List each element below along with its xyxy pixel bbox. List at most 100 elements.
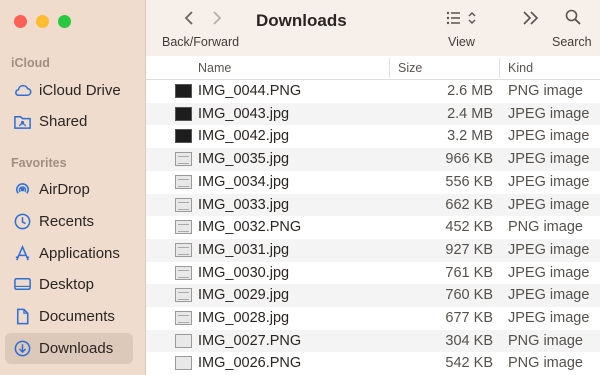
- image-thumbnail-icon: [175, 333, 192, 348]
- table-row[interactable]: IMG_0030.jpg 761 KB JPEG image: [146, 262, 600, 285]
- file-kind: JPEG image: [508, 196, 590, 213]
- sidebar-item-desktop[interactable]: Desktop: [5, 269, 133, 300]
- search-caption: Search: [552, 35, 592, 49]
- sidebar-item-applications[interactable]: Applications: [5, 238, 133, 269]
- shared-folder-icon: [11, 111, 33, 133]
- clock-icon: [11, 211, 33, 233]
- back-button[interactable]: [178, 7, 200, 29]
- zoom-window-button[interactable]: [58, 15, 71, 28]
- column-header-kind[interactable]: Kind: [508, 61, 533, 75]
- column-divider[interactable]: [389, 58, 390, 78]
- table-row[interactable]: IMG_0035.jpg 966 KB JPEG image: [146, 148, 600, 171]
- column-header-name[interactable]: Name: [198, 61, 231, 75]
- table-row[interactable]: IMG_0029.jpg 760 KB JPEG image: [146, 284, 600, 307]
- column-header-size[interactable]: Size: [398, 61, 422, 75]
- column-divider[interactable]: [499, 58, 500, 78]
- sidebar-item-label: AirDrop: [39, 181, 90, 198]
- file-size: 760 KB: [445, 287, 493, 304]
- desktop-icon: [11, 274, 33, 296]
- file-size: 966 KB: [445, 151, 493, 168]
- image-thumbnail-icon: [175, 197, 192, 212]
- image-thumbnail-icon: [175, 129, 192, 144]
- table-row[interactable]: IMG_0033.jpg 662 KB JPEG image: [146, 193, 600, 217]
- search-button[interactable]: [562, 6, 584, 28]
- file-name: IMG_0044.PNG: [198, 83, 302, 99]
- close-window-button[interactable]: [14, 15, 27, 28]
- file-name: IMG_0034.jpg: [198, 173, 290, 190]
- sidebar-item-documents[interactable]: Documents: [5, 301, 133, 332]
- file-size: 304 KB: [445, 332, 493, 349]
- file-size: 677 KB: [445, 310, 493, 326]
- airdrop-icon: [11, 179, 33, 201]
- sidebar-item-label: Applications: [39, 245, 120, 262]
- download-icon: [11, 338, 33, 360]
- table-row[interactable]: IMG_0027.PNG 304 KB PNG image: [146, 329, 600, 353]
- sidebar-item-label: Recents: [39, 213, 95, 230]
- toolbar: Back/Forward Downloads View Search: [146, 0, 600, 56]
- sidebar-item-label: iCloud Drive: [39, 82, 121, 99]
- image-thumbnail-icon: [175, 84, 192, 98]
- file-name: IMG_0026.PNG: [198, 355, 302, 372]
- table-row[interactable]: IMG_0034.jpg 556 KB JPEG image: [146, 171, 600, 194]
- window-controls: [14, 15, 71, 28]
- applications-icon: [11, 243, 33, 265]
- sidebar-item-recents[interactable]: Recents: [5, 206, 133, 237]
- table-row[interactable]: IMG_0044.PNG 2.6 MB PNG image: [146, 80, 600, 103]
- file-name: IMG_0043.jpg: [198, 105, 290, 122]
- file-size: 662 KB: [445, 196, 493, 213]
- window-title: Downloads: [256, 11, 347, 30]
- forward-button[interactable]: [206, 7, 228, 29]
- file-kind: JPEG image: [508, 310, 590, 326]
- file-size: 3.2 MB: [447, 128, 493, 145]
- file-kind: PNG image: [508, 355, 583, 372]
- back-forward-caption: Back/Forward: [162, 35, 240, 49]
- file-kind: JPEG image: [508, 264, 590, 281]
- table-row[interactable]: IMG_0043.jpg 2.4 MB JPEG image: [146, 102, 600, 126]
- file-name: IMG_0027.PNG: [198, 332, 302, 349]
- sidebar-item-downloads[interactable]: Downloads: [5, 333, 133, 364]
- minimize-window-button[interactable]: [36, 15, 49, 28]
- table-row[interactable]: IMG_0026.PNG 542 KB PNG image: [146, 352, 600, 375]
- file-name: IMG_0029.jpg: [198, 287, 290, 304]
- file-size: 2.4 MB: [447, 105, 493, 122]
- image-thumbnail-icon: [175, 356, 192, 371]
- sidebar-item-label: Downloads: [39, 340, 114, 357]
- double-chevron-right-icon: [523, 11, 539, 25]
- chevron-left-icon: [184, 11, 193, 25]
- sidebar-item-label: Desktop: [39, 276, 95, 293]
- image-thumbnail-icon: [175, 265, 192, 280]
- image-thumbnail-icon: [175, 220, 192, 235]
- column-header: Name Size Kind: [146, 56, 600, 80]
- file-size: 927 KB: [445, 241, 493, 258]
- file-kind: JPEG image: [508, 128, 590, 145]
- file-size: 542 KB: [445, 355, 493, 372]
- file-size: 2.6 MB: [447, 83, 493, 99]
- sidebar-item-label: Shared: [39, 113, 88, 130]
- file-name: IMG_0035.jpg: [198, 151, 290, 168]
- table-row[interactable]: IMG_0042.jpg 3.2 MB JPEG image: [146, 125, 600, 148]
- file-kind: JPEG image: [508, 173, 590, 190]
- file-name: IMG_0033.jpg: [198, 196, 290, 213]
- file-kind: JPEG image: [508, 287, 590, 304]
- file-list: IMG_0044.PNG 2.6 MB PNG image IMG_0043.j…: [146, 80, 600, 375]
- table-row[interactable]: IMG_0032.PNG 452 KB PNG image: [146, 216, 600, 239]
- more-toolbar-button[interactable]: [520, 7, 542, 29]
- sidebar-heading-favorites: Favorites: [11, 156, 67, 170]
- sidebar-item-shared[interactable]: Shared: [5, 106, 133, 137]
- image-thumbnail-icon: [175, 242, 192, 257]
- view-options-button[interactable]: [444, 7, 480, 29]
- cloud-icon: [11, 80, 33, 102]
- file-name: IMG_0028.jpg: [198, 310, 290, 326]
- image-thumbnail-icon: [175, 106, 192, 121]
- file-size: 452 KB: [445, 219, 493, 236]
- file-kind: JPEG image: [508, 151, 590, 168]
- chevron-right-icon: [213, 11, 222, 25]
- table-row[interactable]: IMG_0028.jpg 677 KB JPEG image: [146, 307, 600, 330]
- file-name: IMG_0032.PNG: [198, 219, 302, 236]
- file-name: IMG_0031.jpg: [198, 241, 290, 258]
- image-thumbnail-icon: [175, 311, 192, 325]
- sidebar-item-airdrop[interactable]: AirDrop: [5, 174, 133, 205]
- sidebar-heading-icloud: iCloud: [11, 56, 50, 70]
- sidebar-item-icloud-drive[interactable]: iCloud Drive: [5, 75, 133, 106]
- table-row[interactable]: IMG_0031.jpg 927 KB JPEG image: [146, 238, 600, 262]
